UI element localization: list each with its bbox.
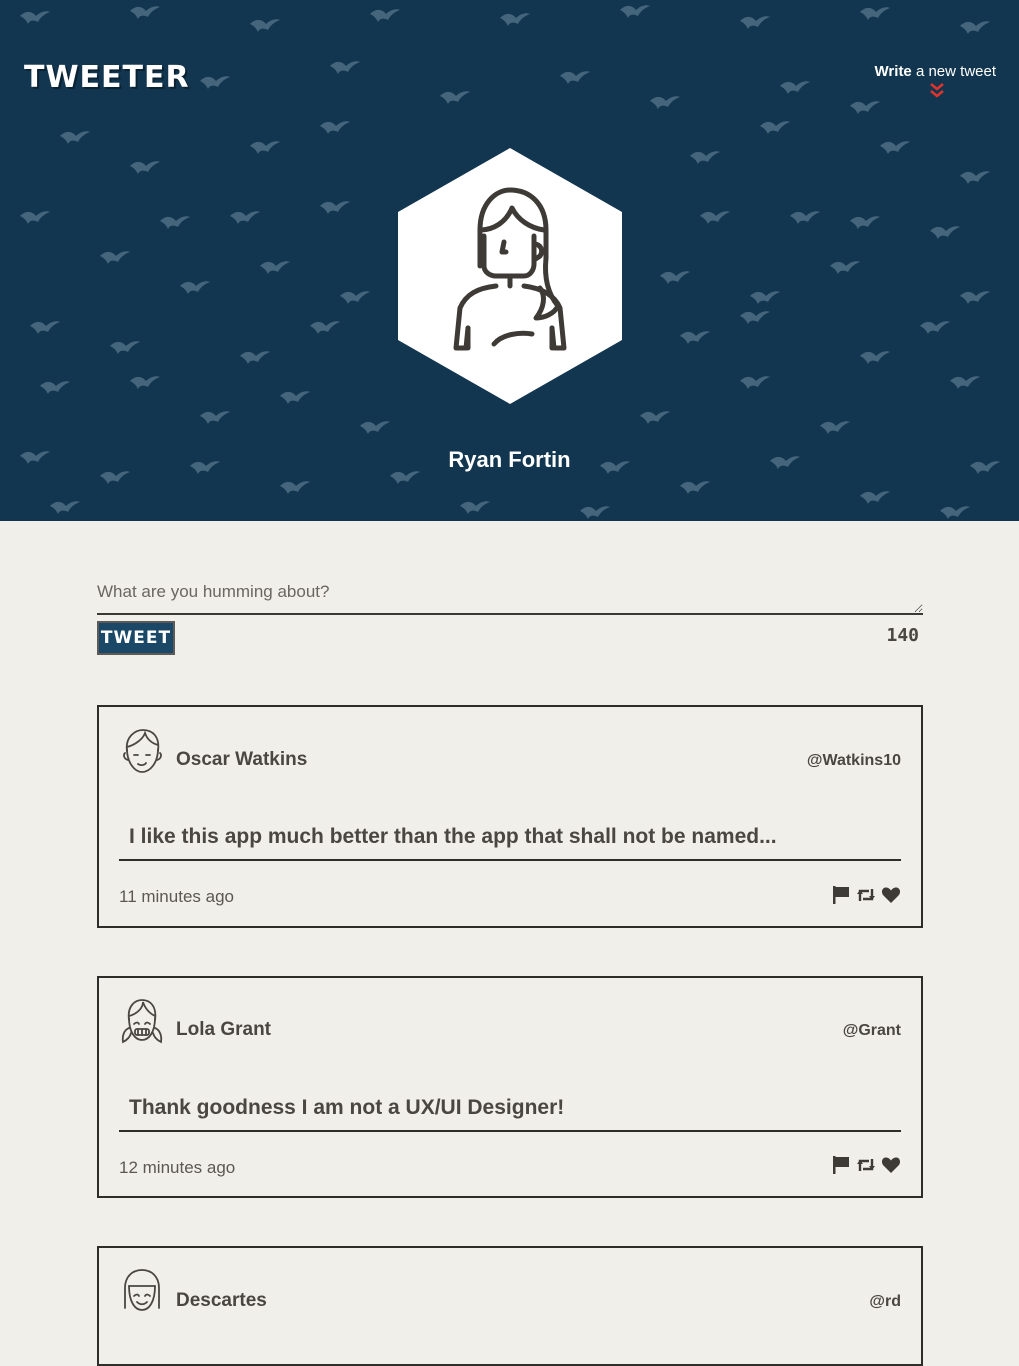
compose-link-rest: a new tweet	[915, 63, 996, 80]
tweet-author-name: Lola Grant	[176, 1019, 272, 1040]
app-logo[interactable]: TWEETER	[24, 60, 190, 95]
double-chevron-down-icon[interactable]	[928, 82, 946, 98]
tweet-author-name: Oscar Watkins	[176, 749, 308, 770]
char-counter: 140	[886, 625, 919, 646]
profile-avatar	[398, 148, 622, 404]
heart-icon[interactable]	[881, 1155, 901, 1175]
tweet-card: Oscar Watkins @Watkins10 I like this app…	[97, 705, 923, 928]
flag-icon[interactable]	[831, 885, 851, 905]
tweet-content: I like this app much better than the app…	[119, 825, 901, 861]
tweet-actions	[831, 885, 901, 905]
write-new-tweet-link[interactable]: Write a new tweet	[875, 63, 996, 80]
heart-icon[interactable]	[881, 885, 901, 905]
profile-name: Ryan Fortin	[448, 447, 571, 472]
girl-avatar-icon	[121, 999, 163, 1044]
tweet-composer: TWEET 140	[97, 574, 923, 655]
profile-header: TWEETER Write a new tweet Ryan Fortin	[0, 0, 1019, 521]
tweet-author-name: Descartes	[176, 1290, 267, 1311]
tweet-author-handle: @rd	[869, 1293, 901, 1310]
compose-link-bold: Write	[874, 63, 912, 80]
tweet-timestamp: 11 minutes ago	[119, 887, 234, 906]
tweet-content: Thank goodness I am not a UX/UI Designer…	[119, 1096, 901, 1132]
retweet-icon[interactable]	[856, 885, 876, 905]
girl-bangs-avatar-icon	[124, 1269, 160, 1311]
tweet-author-handle: @Watkins10	[806, 752, 901, 769]
flag-icon[interactable]	[831, 1155, 851, 1175]
tweet-author-handle: @Grant	[842, 1022, 901, 1039]
boy-avatar-icon	[123, 729, 162, 773]
tweet-input[interactable]	[97, 574, 923, 615]
tweet-actions	[831, 1155, 901, 1175]
tweet-card: Descartes @rd	[97, 1246, 923, 1366]
tweet-submit-button[interactable]: TWEET	[97, 621, 175, 655]
tweet-timestamp: 12 minutes ago	[119, 1158, 236, 1177]
tweet-card: Lola Grant @Grant Thank goodness I am no…	[97, 976, 923, 1198]
retweet-icon[interactable]	[856, 1155, 876, 1175]
